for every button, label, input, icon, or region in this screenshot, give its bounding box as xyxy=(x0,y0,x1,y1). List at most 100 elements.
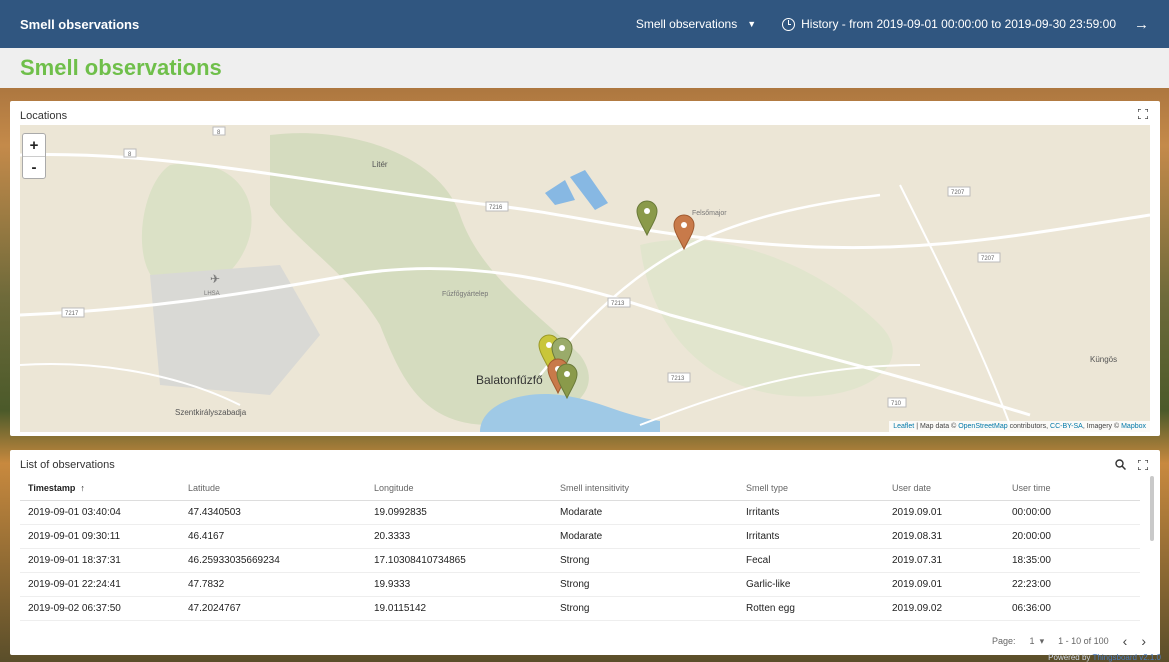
powered-by-text: Powered by xyxy=(1048,653,1093,662)
map-tiles: Litér Felsőmajor Fűzfőgyártelep Balatonf… xyxy=(20,125,1150,432)
svg-text:7216: 7216 xyxy=(489,205,503,211)
page-select[interactable]: 1 ▾ xyxy=(1030,636,1045,647)
attribution-text: contributors, xyxy=(1007,423,1051,430)
cell-user-time: 22:23:00 xyxy=(1004,572,1140,597)
column-header-timestamp[interactable]: Timestamp ↑ xyxy=(20,476,180,501)
table-row[interactable]: 2019-09-01 09:30:11 46.4167 20.3333 Moda… xyxy=(20,524,1140,549)
license-link[interactable]: CC-BY-SA xyxy=(1050,423,1083,430)
cell-latitude: 46.25933035669234 xyxy=(180,548,366,573)
airport-icon: ✈ xyxy=(210,272,220,286)
fullscreen-icon[interactable] xyxy=(1138,109,1148,119)
column-header-latitude[interactable]: Latitude xyxy=(180,476,366,501)
table-row[interactable]: 2019-09-01 03:40:04 47.4340503 19.099283… xyxy=(20,500,1140,525)
page-select-value: 1 xyxy=(1029,635,1035,646)
cell-user-time: 00:00:00 xyxy=(1004,500,1140,525)
cell-timestamp: 2019-09-02 06:37:50 xyxy=(20,596,180,621)
map-label-balatonfuzfo: Balatonfűzfő xyxy=(476,373,543,387)
cell-timestamp: 2019-09-01 18:37:31 xyxy=(20,548,180,573)
search-icon[interactable] xyxy=(1115,459,1126,470)
caret-down-icon: ▼ xyxy=(747,19,757,29)
column-header-user-time[interactable]: User time xyxy=(1004,476,1140,501)
cell-smell-type: Fecal xyxy=(738,548,884,573)
cell-latitude: 47.2024767 xyxy=(180,596,366,621)
map-view[interactable]: Litér Felsőmajor Fűzfőgyártelep Balatonf… xyxy=(20,125,1150,432)
list-widget: List of observations Timestamp ↑ Latitud… xyxy=(10,450,1160,655)
cell-user-date: 2019.08.31 xyxy=(884,524,1004,549)
caret-down-icon: ▾ xyxy=(1039,635,1045,646)
arrow-right-icon[interactable]: → xyxy=(1134,16,1149,33)
cell-user-date: 2019.07.31 xyxy=(884,548,1004,573)
map-attribution: Leaflet | Map data © OpenStreetMap contr… xyxy=(889,421,1150,432)
cell-latitude: 47.4340503 xyxy=(180,500,366,525)
prev-page-button[interactable]: ‹ xyxy=(1123,633,1128,649)
observations-table: Timestamp ↑ Latitude Longitude Smell int… xyxy=(20,476,1140,621)
dashboard-select-value: Smell observations xyxy=(635,17,738,31)
cell-timestamp: 2019-09-01 03:40:04 xyxy=(20,500,180,525)
cell-user-time: 20:00:00 xyxy=(1004,524,1140,549)
map-label-fuzfogyartelep: Fűzfőgyártelep xyxy=(442,291,488,298)
column-header-longitude[interactable]: Longitude xyxy=(366,476,552,501)
column-header-smell-type[interactable]: Smell type xyxy=(738,476,884,501)
svg-text:710: 710 xyxy=(891,401,902,407)
cell-intensity: Strong xyxy=(552,572,738,597)
osm-link[interactable]: OpenStreetMap xyxy=(958,423,1007,430)
next-page-button[interactable]: › xyxy=(1141,633,1146,649)
cell-longitude: 19.0992835 xyxy=(366,500,552,525)
map-widget-title: Locations xyxy=(20,110,68,122)
page-title-bar: Smell observations xyxy=(0,48,1169,88)
attribution-text: | Map data © xyxy=(914,423,959,430)
cell-user-time: 18:35:00 xyxy=(1004,548,1140,573)
cell-intensity: Modarate xyxy=(552,500,738,525)
cell-user-time: 06:36:00 xyxy=(1004,596,1140,621)
table-row[interactable]: 2019-09-02 06:37:50 47.2024767 19.011514… xyxy=(20,596,1140,621)
fullscreen-icon[interactable] xyxy=(1138,459,1148,470)
dashboard-select[interactable]: Smell observations ▼ xyxy=(636,17,756,31)
timewindow-button[interactable]: History - from 2019-09-01 00:00:00 to 20… xyxy=(782,16,1149,33)
svg-text:7213: 7213 xyxy=(671,376,685,382)
list-widget-title: List of observations xyxy=(20,459,115,471)
cell-latitude: 46.4167 xyxy=(180,524,366,549)
cell-user-date: 2019.09.01 xyxy=(884,500,1004,525)
page-title: Smell observations xyxy=(20,55,222,80)
map-label-kungos: Küngös xyxy=(1090,355,1117,364)
mapbox-link[interactable]: Mapbox xyxy=(1121,423,1146,430)
table-row[interactable]: 2019-09-01 22:24:41 47.7832 19.9333 Stro… xyxy=(20,572,1140,597)
map-label-felsomajor: Felsőmajor xyxy=(692,210,727,217)
sort-up-icon: ↑ xyxy=(80,482,85,493)
top-toolbar: Smell observations Smell observations ▼ … xyxy=(0,0,1169,48)
powered-by-footer: Powered by Thingsboard v2.1.0 xyxy=(1048,653,1161,662)
timewindow-label: History - from 2019-09-01 00:00:00 to 20… xyxy=(801,17,1116,31)
cell-intensity: Strong xyxy=(552,548,738,573)
svg-text:7213: 7213 xyxy=(611,301,625,307)
svg-text:7217: 7217 xyxy=(65,311,79,317)
svg-text:7207: 7207 xyxy=(981,256,995,262)
column-header-user-date[interactable]: User date xyxy=(884,476,1004,501)
cell-user-date: 2019.09.02 xyxy=(884,596,1004,621)
cell-longitude: 19.0115142 xyxy=(366,596,552,621)
map-label-szentkiralyszabadja: Szentkirályszabadja xyxy=(175,408,247,417)
thingsboard-link[interactable]: Thingsboard v2.1.0 xyxy=(1093,653,1162,662)
zoom-in-button[interactable]: + xyxy=(23,134,45,156)
table-paginator: Page: 1 ▾ 1 - 10 of 100 ‹ › xyxy=(992,633,1146,649)
cell-timestamp: 2019-09-01 22:24:41 xyxy=(20,572,180,597)
zoom-control: + - xyxy=(22,133,46,179)
svg-text:7207: 7207 xyxy=(951,190,965,196)
cell-smell-type: Rotten egg xyxy=(738,596,884,621)
cell-longitude: 17.10308410734865 xyxy=(366,548,552,573)
zoom-out-button[interactable]: - xyxy=(23,156,45,178)
cell-timestamp: 2019-09-01 09:30:11 xyxy=(20,524,180,549)
leaflet-link[interactable]: Leaflet xyxy=(893,423,914,430)
cell-intensity: Modarate xyxy=(552,524,738,549)
page-label: Page: xyxy=(992,636,1016,646)
cell-longitude: 19.9333 xyxy=(366,572,552,597)
cell-user-date: 2019.09.01 xyxy=(884,572,1004,597)
clock-icon xyxy=(782,17,796,31)
table-header-row: Timestamp ↑ Latitude Longitude Smell int… xyxy=(20,476,1140,501)
cell-intensity: Strong xyxy=(552,596,738,621)
cell-latitude: 47.7832 xyxy=(180,572,366,597)
column-header-intensity[interactable]: Smell intensitivity xyxy=(552,476,738,501)
cell-longitude: 20.3333 xyxy=(366,524,552,549)
table-scrollbar[interactable] xyxy=(1150,476,1154,541)
page-range: 1 - 10 of 100 xyxy=(1058,636,1109,646)
table-row[interactable]: 2019-09-01 18:37:31 46.25933035669234 17… xyxy=(20,548,1140,573)
